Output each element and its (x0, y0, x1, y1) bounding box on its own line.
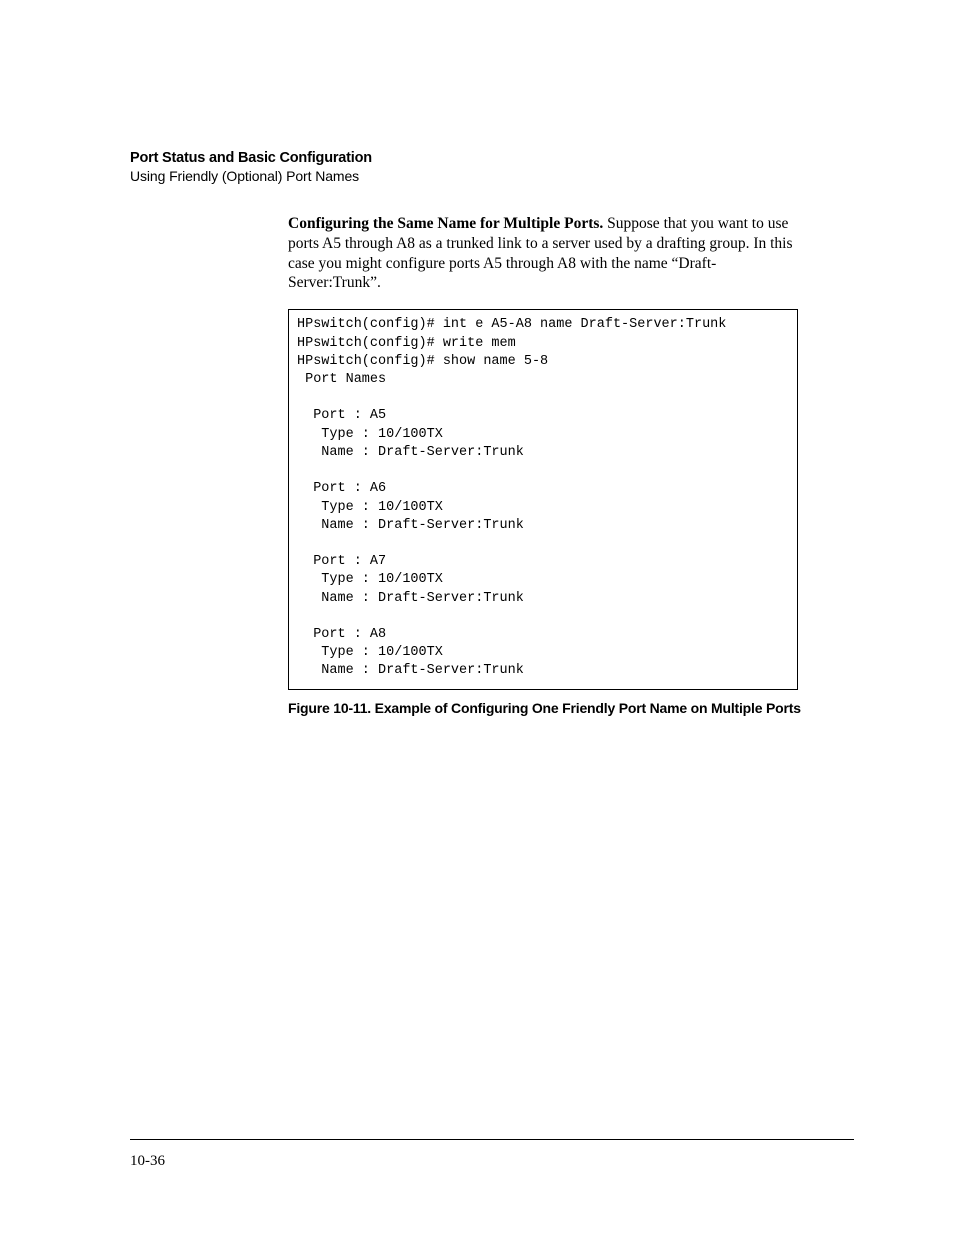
page-header: Port Status and Basic Configuration Usin… (130, 150, 854, 184)
chapter-title: Port Status and Basic Configuration (130, 150, 854, 166)
cli-output-box: HPswitch(config)# int e A5-A8 name Draft… (288, 309, 798, 689)
document-page: Port Status and Basic Configuration Usin… (0, 0, 954, 1235)
footer-rule (130, 1139, 854, 1140)
intro-paragraph: Configuring the Same Name for Multiple P… (288, 214, 808, 293)
paragraph-lead: Configuring the Same Name for Multiple P… (288, 215, 603, 232)
section-title: Using Friendly (Optional) Port Names (130, 168, 854, 184)
figure-caption: Figure 10-11. Example of Configuring One… (288, 700, 808, 716)
body-content: Configuring the Same Name for Multiple P… (288, 214, 808, 716)
page-number: 10-36 (130, 1153, 165, 1170)
